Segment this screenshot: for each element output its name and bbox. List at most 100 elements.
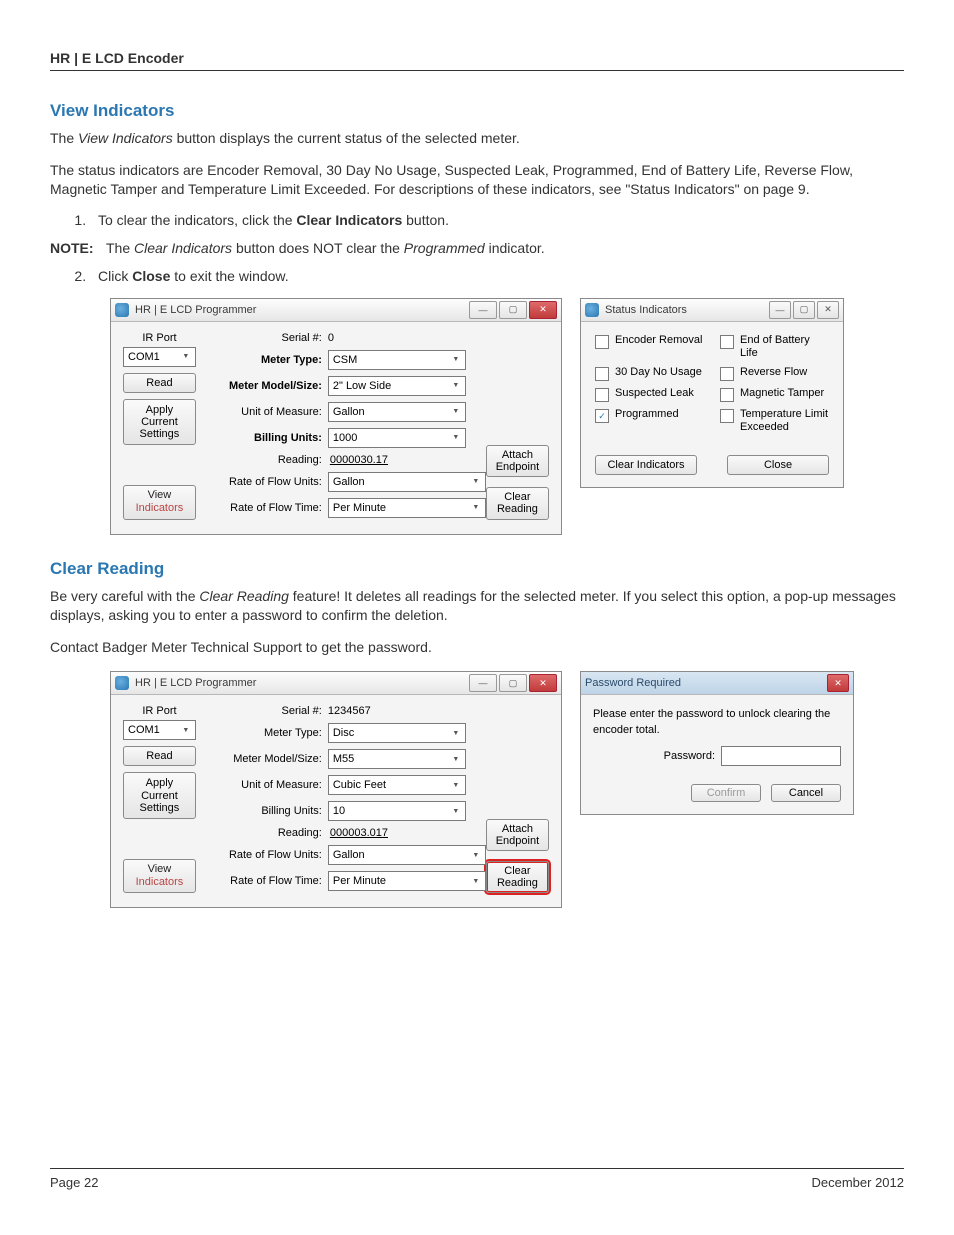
view-indicators-button[interactable]: View Indicators: [123, 859, 196, 893]
apply-settings-button[interactable]: Apply Current Settings: [123, 399, 196, 445]
programmer-1-title: HR | E LCD Programmer: [135, 304, 469, 316]
chevron-down-icon: ▼: [179, 350, 193, 364]
chk-encoder-removal[interactable]: Encoder Removal: [595, 334, 704, 360]
vi-step-2: Click Close to exit the window.: [90, 268, 904, 284]
value-serial: 1234567: [328, 705, 456, 717]
meter-model-select[interactable]: 2" Low Side▼: [328, 376, 466, 396]
status-grid: Encoder Removal End of Battery Life 30 D…: [595, 334, 829, 435]
close-button[interactable]: ✕: [529, 674, 557, 692]
vi-paragraph-1: The View Indicators button displays the …: [50, 129, 904, 149]
billing-units-select[interactable]: 1000▼: [328, 428, 466, 448]
chevron-down-icon: ▼: [469, 501, 483, 515]
label-reading: Reading:: [214, 454, 322, 466]
password-dialog: Password Required ✕ Please enter the pas…: [580, 671, 854, 815]
label-uom: Unit of Measure:: [214, 779, 322, 791]
label-serial: Serial #:: [214, 332, 322, 344]
password-title: Password Required: [585, 677, 827, 689]
rft-select[interactable]: Per Minute▼: [328, 498, 486, 518]
cr-paragraph-1: Be very careful with the Clear Reading f…: [50, 587, 904, 626]
footer-page: Page 22: [50, 1175, 98, 1190]
vi-note: NOTE: The Clear Indicators button does N…: [50, 240, 904, 256]
status-titlebar: Status Indicators — ▢ ✕: [581, 299, 843, 322]
label-rft: Rate of Flow Time:: [214, 502, 322, 514]
uom-select[interactable]: Gallon▼: [328, 402, 466, 422]
vi-step-1: To clear the indicators, click the Clear…: [90, 212, 904, 228]
status-title: Status Indicators: [605, 304, 769, 316]
label-meter-model: Meter Model/Size:: [214, 380, 322, 392]
maximize-button[interactable]: ▢: [499, 301, 527, 319]
chevron-down-icon: ▼: [469, 848, 483, 862]
label-rfu: Rate of Flow Units:: [214, 476, 322, 488]
checkbox-icon: [720, 409, 734, 423]
label-uom: Unit of Measure:: [214, 406, 322, 418]
minimize-button[interactable]: —: [469, 301, 497, 319]
heading-view-indicators: View Indicators: [50, 101, 904, 121]
value-reading: 0000030.17: [328, 454, 458, 466]
attach-endpoint-button[interactable]: AttachEndpoint: [486, 819, 549, 851]
chk-suspected-leak[interactable]: Suspected Leak: [595, 387, 704, 402]
password-input[interactable]: [721, 746, 841, 766]
maximize-button[interactable]: ▢: [793, 301, 815, 319]
checkbox-icon: [720, 367, 734, 381]
page-header: HR | E LCD Encoder: [50, 50, 904, 71]
cancel-button[interactable]: Cancel: [771, 784, 841, 802]
checkbox-icon: [595, 388, 609, 402]
clear-reading-button[interactable]: ClearReading: [486, 861, 549, 893]
chk-end-of-battery[interactable]: End of Battery Life: [720, 334, 829, 360]
clear-indicators-button[interactable]: Clear Indicators: [595, 455, 697, 475]
clear-reading-button[interactable]: ClearReading: [486, 487, 549, 519]
checkbox-icon: [595, 335, 609, 349]
label-serial: Serial #:: [214, 705, 322, 717]
close-button[interactable]: ✕: [529, 301, 557, 319]
cr-paragraph-2: Contact Badger Meter Technical Support t…: [50, 638, 904, 658]
close-button[interactable]: Close: [727, 455, 829, 475]
chevron-down-icon: ▼: [179, 723, 193, 737]
minimize-button[interactable]: —: [769, 301, 791, 319]
programmer-window-1: HR | E LCD Programmer — ▢ ✕ IR Port COM1…: [110, 298, 562, 535]
close-button[interactable]: ✕: [817, 301, 839, 319]
page-footer: Page 22 December 2012: [50, 1168, 904, 1190]
chk-temp-limit[interactable]: Temperature Limit Exceeded: [720, 408, 829, 434]
chk-reverse-flow[interactable]: Reverse Flow: [720, 366, 829, 381]
chk-programmed[interactable]: ✓Programmed: [595, 408, 704, 434]
value-reading: 000003.017: [328, 827, 458, 839]
app-icon: [115, 676, 129, 690]
chevron-down-icon: ▼: [449, 778, 463, 792]
irport-select[interactable]: COM1 ▼: [123, 347, 196, 367]
minimize-button[interactable]: —: [469, 674, 497, 692]
chevron-down-icon: ▼: [449, 726, 463, 740]
meter-model-select[interactable]: M55▼: [328, 749, 466, 769]
rft-select[interactable]: Per Minute▼: [328, 871, 486, 891]
heading-clear-reading: Clear Reading: [50, 559, 904, 579]
meter-type-select[interactable]: CSM▼: [328, 350, 466, 370]
vi-paragraph-2: The status indicators are Encoder Remova…: [50, 161, 904, 200]
maximize-button[interactable]: ▢: [499, 674, 527, 692]
chk-30-day-no-usage[interactable]: 30 Day No Usage: [595, 366, 704, 381]
programmer-2-titlebar: HR | E LCD Programmer — ▢ ✕: [111, 672, 561, 695]
programmer-1-titlebar: HR | E LCD Programmer — ▢ ✕: [111, 299, 561, 322]
view-indicators-button[interactable]: View Indicators: [123, 485, 196, 519]
chk-magnetic-tamper[interactable]: Magnetic Tamper: [720, 387, 829, 402]
chevron-down-icon: ▼: [449, 353, 463, 367]
chevron-down-icon: ▼: [449, 752, 463, 766]
irport-select[interactable]: COM1 ▼: [123, 720, 196, 740]
password-titlebar: Password Required ✕: [581, 672, 853, 695]
read-button[interactable]: Read: [123, 746, 196, 766]
rfu-select[interactable]: Gallon▼: [328, 845, 486, 865]
value-serial: 0: [328, 332, 456, 344]
close-button[interactable]: ✕: [827, 674, 849, 692]
label-meter-type: Meter Type:: [214, 727, 322, 739]
chevron-down-icon: ▼: [449, 405, 463, 419]
attach-endpoint-button[interactable]: AttachEndpoint: [486, 445, 549, 477]
rfu-select[interactable]: Gallon▼: [328, 472, 486, 492]
read-button[interactable]: Read: [123, 373, 196, 393]
billing-units-select[interactable]: 10▼: [328, 801, 466, 821]
meter-type-select[interactable]: Disc▼: [328, 723, 466, 743]
apply-settings-button[interactable]: Apply Current Settings: [123, 772, 196, 818]
confirm-button[interactable]: Confirm: [691, 784, 761, 802]
label-meter-model: Meter Model/Size:: [214, 753, 322, 765]
checkbox-icon: [720, 335, 734, 349]
uom-select[interactable]: Cubic Feet▼: [328, 775, 466, 795]
app-icon: [115, 303, 129, 317]
checkbox-icon: [720, 388, 734, 402]
